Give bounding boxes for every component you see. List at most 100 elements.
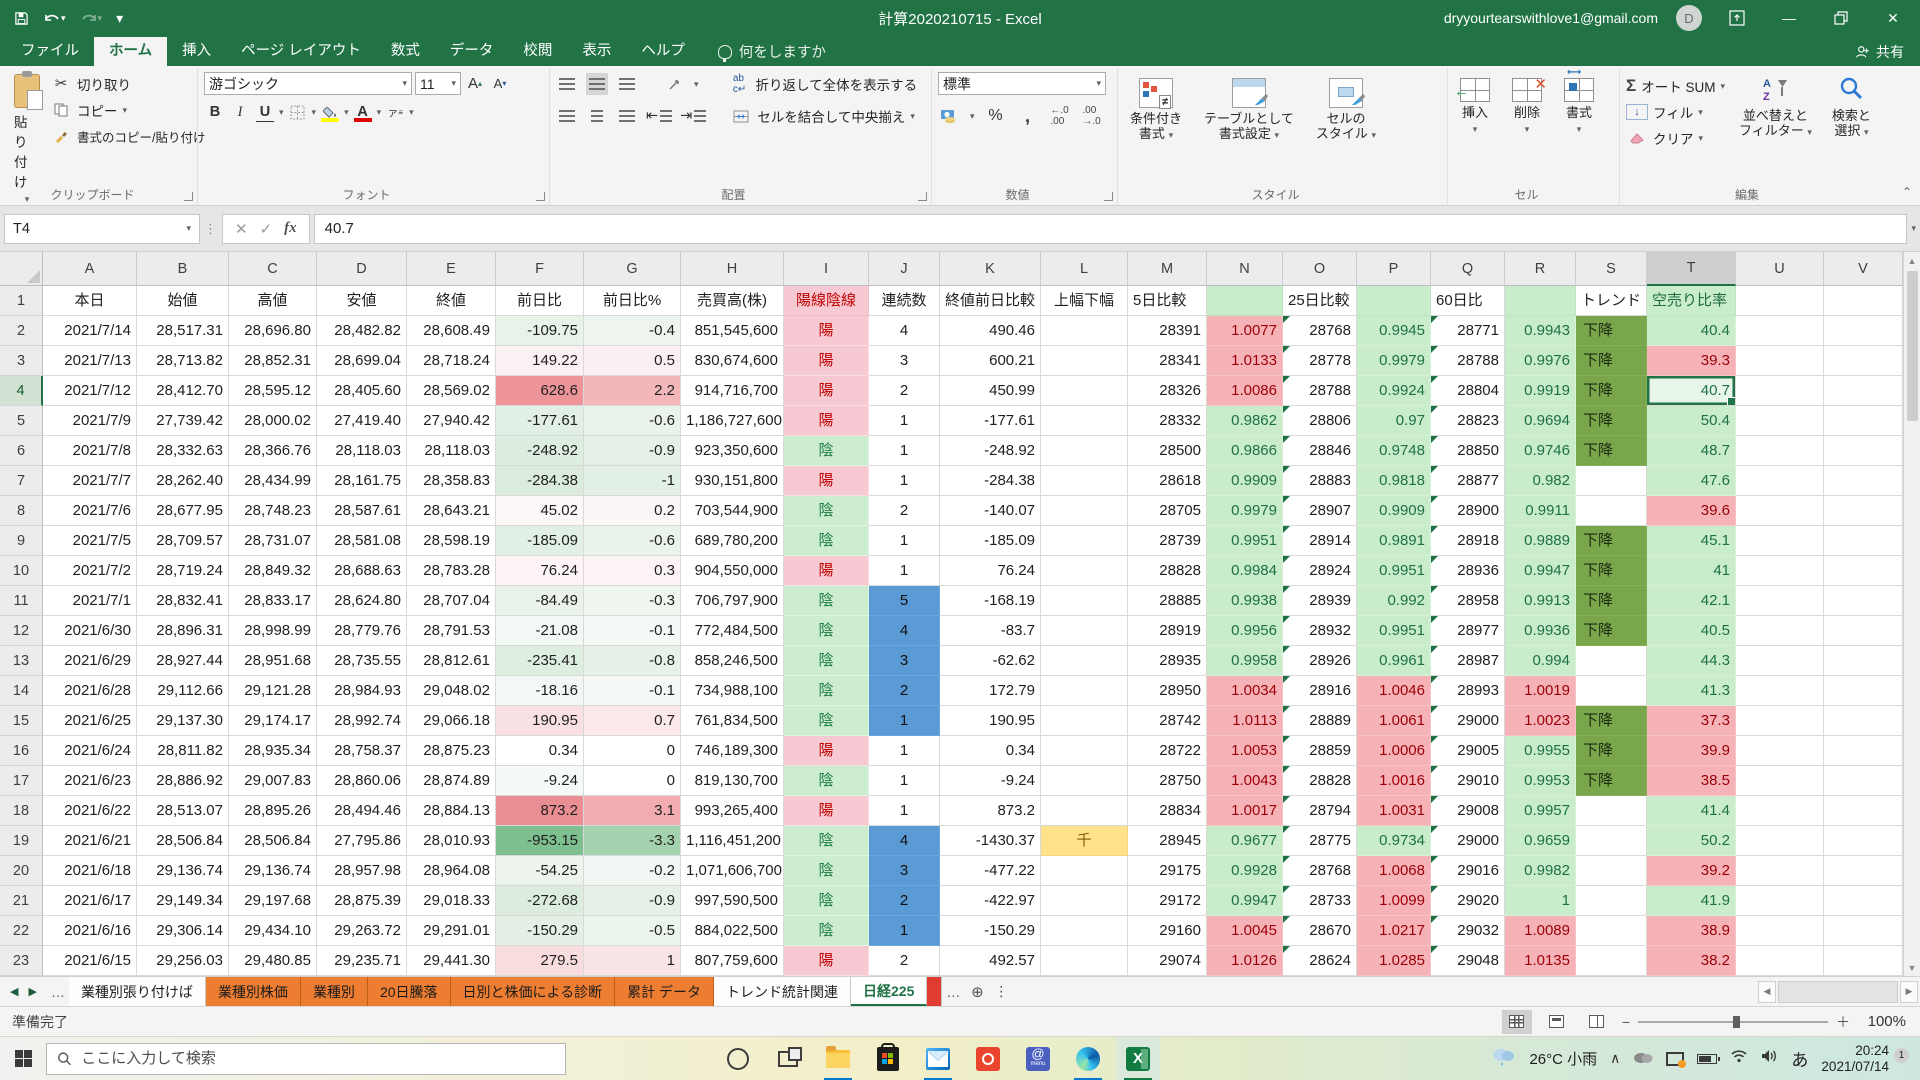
cell-U15[interactable]: [1736, 706, 1824, 736]
cell-U20[interactable]: [1736, 856, 1824, 886]
cell-T10[interactable]: 41: [1647, 556, 1736, 586]
cell-V14[interactable]: [1824, 676, 1903, 706]
row-header-11[interactable]: 11: [0, 586, 43, 616]
cell-B6[interactable]: 28,332.63: [137, 436, 229, 466]
row-header-9[interactable]: 9: [0, 526, 43, 556]
cell-M22[interactable]: 29160: [1128, 916, 1207, 946]
cell-M11[interactable]: 28885: [1128, 586, 1207, 616]
cell-O2[interactable]: 28768: [1283, 316, 1357, 346]
cell-V9[interactable]: [1824, 526, 1903, 556]
select-all-corner[interactable]: [0, 252, 43, 286]
cell-R2[interactable]: 0.9943: [1505, 316, 1576, 346]
cell-S10[interactable]: 下降: [1576, 556, 1647, 586]
column-header-G[interactable]: G: [584, 252, 681, 286]
cell-J7[interactable]: 1: [869, 466, 940, 496]
cell-J8[interactable]: 2: [869, 496, 940, 526]
find-select-button[interactable]: 検索と選択 ▾: [1826, 74, 1877, 142]
cell-styles-button[interactable]: セルのスタイル ▾: [1310, 76, 1382, 145]
sheet-tab-overflow-right[interactable]: …: [942, 984, 964, 1000]
cell-O7[interactable]: 28883: [1283, 466, 1357, 496]
cell-I17[interactable]: 陰: [784, 766, 869, 796]
cell-K16[interactable]: 0.34: [940, 736, 1041, 766]
cell-T14[interactable]: 41.3: [1647, 676, 1736, 706]
sheet-nav-next-icon[interactable]: ▶: [28, 985, 36, 998]
cell-N12[interactable]: 0.9956: [1207, 616, 1283, 646]
cell-V20[interactable]: [1824, 856, 1903, 886]
cell-U17[interactable]: [1736, 766, 1824, 796]
cell-E7[interactable]: 28,358.83: [407, 466, 496, 496]
cell-M23[interactable]: 29074: [1128, 946, 1207, 976]
format-as-table-button[interactable]: テーブルとして書式設定 ▾: [1198, 76, 1300, 145]
cell-Q17[interactable]: 29010: [1431, 766, 1505, 796]
cell-M5[interactable]: 28332: [1128, 406, 1207, 436]
cell-I7[interactable]: 陽: [784, 466, 869, 496]
cell-A2[interactable]: 2021/7/14: [43, 316, 137, 346]
cell-B17[interactable]: 28,886.92: [137, 766, 229, 796]
cell-J22[interactable]: 1: [869, 916, 940, 946]
cell-R19[interactable]: 0.9659: [1505, 826, 1576, 856]
cell-Q9[interactable]: 28918: [1431, 526, 1505, 556]
column-header-F[interactable]: F: [496, 252, 584, 286]
cell-N16[interactable]: 1.0053: [1207, 736, 1283, 766]
cell-J9[interactable]: 1: [869, 526, 940, 556]
cell-S18[interactable]: [1576, 796, 1647, 826]
cell-H3[interactable]: 830,674,600: [681, 346, 784, 376]
cell-A14[interactable]: 2021/6/28: [43, 676, 137, 706]
ribbon-tab-数式[interactable]: 数式: [376, 37, 435, 66]
cell-P5[interactable]: 0.97: [1357, 406, 1431, 436]
cell-S1[interactable]: トレンド: [1576, 286, 1647, 316]
cell-B13[interactable]: 28,927.44: [137, 646, 229, 676]
cell-T23[interactable]: 38.2: [1647, 946, 1736, 976]
cell-I19[interactable]: 陰: [784, 826, 869, 856]
vertical-scroll-thumb[interactable]: [1907, 271, 1918, 421]
cell-B16[interactable]: 28,811.82: [137, 736, 229, 766]
cell-A3[interactable]: 2021/7/13: [43, 346, 137, 376]
cell-T13[interactable]: 44.3: [1647, 646, 1736, 676]
cell-G16[interactable]: 0: [584, 736, 681, 766]
cell-U2[interactable]: [1736, 316, 1824, 346]
row-header-20[interactable]: 20: [0, 856, 43, 886]
cell-T4[interactable]: 40.7: [1647, 376, 1736, 406]
cell-Q6[interactable]: 28850: [1431, 436, 1505, 466]
cell-L11[interactable]: [1041, 586, 1128, 616]
cell-B2[interactable]: 28,517.31: [137, 316, 229, 346]
cell-C10[interactable]: 28,849.32: [229, 556, 317, 586]
cell-R3[interactable]: 0.9976: [1505, 346, 1576, 376]
cell-B10[interactable]: 28,719.24: [137, 556, 229, 586]
cell-E14[interactable]: 29,048.02: [407, 676, 496, 706]
cell-D3[interactable]: 28,699.04: [317, 346, 407, 376]
cell-H7[interactable]: 930,151,800: [681, 466, 784, 496]
weather-icon[interactable]: [1490, 1046, 1516, 1071]
cell-T2[interactable]: 40.4: [1647, 316, 1736, 346]
cell-C7[interactable]: 28,434.99: [229, 466, 317, 496]
tell-me-search[interactable]: 何をしますか: [718, 37, 826, 66]
cell-N6[interactable]: 0.9866: [1207, 436, 1283, 466]
cell-P20[interactable]: 1.0068: [1357, 856, 1431, 886]
ribbon-tab-挿入[interactable]: 挿入: [167, 37, 226, 66]
cell-Q5[interactable]: 28823: [1431, 406, 1505, 436]
cell-E3[interactable]: 28,718.24: [407, 346, 496, 376]
copy-button[interactable]: コピー▾: [50, 98, 205, 122]
cell-C3[interactable]: 28,852.31: [229, 346, 317, 376]
hidden-icons-chevron[interactable]: ∧: [1610, 1050, 1620, 1067]
cell-G9[interactable]: -0.6: [584, 526, 681, 556]
insert-function-icon[interactable]: fx: [284, 220, 297, 237]
sheet-tab-日別と株価による診断[interactable]: 日別と株価による診断: [451, 977, 616, 1006]
comma-icon[interactable]: ,: [1017, 105, 1039, 127]
cell-J6[interactable]: 1: [869, 436, 940, 466]
cell-F20[interactable]: -54.25: [496, 856, 584, 886]
column-header-A[interactable]: A: [43, 252, 137, 286]
cell-K13[interactable]: -62.62: [940, 646, 1041, 676]
onedrive-icon[interactable]: [1633, 1050, 1653, 1068]
cell-A7[interactable]: 2021/7/7: [43, 466, 137, 496]
cell-L22[interactable]: [1041, 916, 1128, 946]
cell-Q10[interactable]: 28936: [1431, 556, 1505, 586]
cell-A13[interactable]: 2021/6/29: [43, 646, 137, 676]
cell-S19[interactable]: [1576, 826, 1647, 856]
save-icon[interactable]: [14, 11, 29, 26]
cell-U5[interactable]: [1736, 406, 1824, 436]
cell-L3[interactable]: [1041, 346, 1128, 376]
share-button[interactable]: 共有: [1856, 37, 1920, 66]
cell-S17[interactable]: 下降: [1576, 766, 1647, 796]
weather-desc[interactable]: 小雨: [1567, 1051, 1597, 1068]
